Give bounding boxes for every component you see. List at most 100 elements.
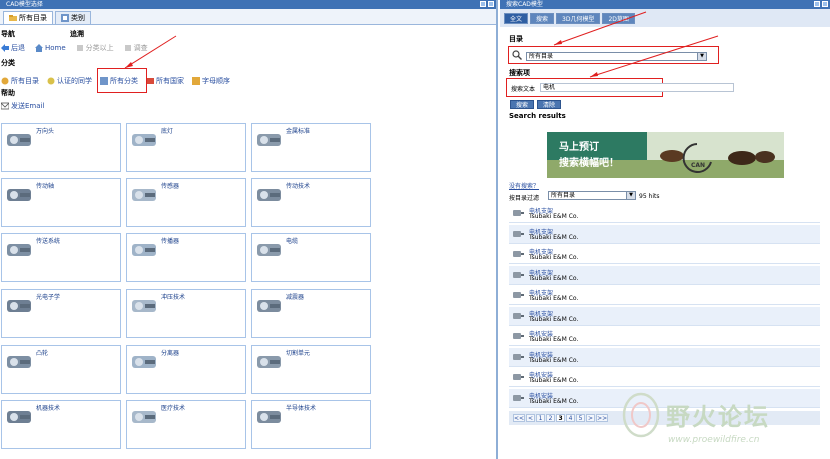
- back-link-label: 后退: [11, 44, 25, 52]
- filter-select[interactable]: 所有目录 ▼: [548, 191, 636, 200]
- tab-search[interactable]: 搜索: [530, 12, 555, 24]
- home-link[interactable]: Home: [35, 44, 66, 52]
- banner-brand: CAN: [691, 162, 706, 169]
- category-tile[interactable]: 传感器: [126, 178, 246, 227]
- result-row[interactable]: 电机支架 Tsubaki E&M Co.: [509, 286, 820, 305]
- banner-line2: 搜索横幅吧！: [559, 158, 619, 169]
- banner-line1: 马上预订: [559, 142, 599, 153]
- result-row[interactable]: 电机安装 Tsubaki E&M Co.: [509, 327, 820, 346]
- drive-shaft-icon: [7, 189, 31, 201]
- up-level-link-label: 分类以上: [85, 44, 114, 52]
- tab-2d-sketch[interactable]: 2D草图: [602, 12, 635, 24]
- category-tile[interactable]: 医疗技术: [126, 400, 246, 449]
- result-company: Tsubaki E&M Co.: [529, 295, 579, 302]
- category-tile[interactable]: 机器技术: [1, 400, 121, 449]
- reset-button[interactable]: 清除: [537, 100, 562, 109]
- country-icon: [146, 78, 154, 84]
- category-tile-label: 金属标准: [286, 128, 311, 135]
- up-level-link[interactable]: 分类以上: [76, 43, 114, 53]
- result-row[interactable]: 电机安装 Tsubaki E&M Co.: [509, 347, 820, 367]
- damper-icon: [257, 300, 281, 312]
- category-tile[interactable]: 万向头: [1, 123, 121, 172]
- category-tile[interactable]: 传播器: [126, 233, 246, 282]
- category-tile[interactable]: 底灯: [126, 123, 246, 172]
- category-section: 分类 所有目录 认证的同学 所有分类 所有国家 字母顺序: [1, 59, 301, 87]
- nav-section: 导航 追溯 后退 Home 分类以上 调查: [1, 30, 201, 54]
- survey-link-label: 调查: [133, 44, 148, 52]
- certified-link[interactable]: 认证的同学: [47, 76, 92, 86]
- category-tile[interactable]: 切割单元: [251, 345, 371, 394]
- search-button[interactable]: 搜索: [510, 100, 535, 109]
- maximize-icon[interactable]: [488, 1, 494, 7]
- category-tile[interactable]: 传动技术: [251, 178, 371, 227]
- tab-3d-model[interactable]: 3D几何模型: [556, 12, 601, 24]
- result-company: Tsubaki E&M Co.: [529, 356, 579, 364]
- pagination-item[interactable]: <: [526, 414, 536, 422]
- category-tile[interactable]: 冲压技术: [126, 289, 246, 338]
- chevron-down-icon[interactable]: ▼: [697, 53, 706, 60]
- result-row[interactable]: 电机安装 Tsubaki E&M Co.: [509, 368, 820, 387]
- search-tips-link[interactable]: 没有搜索？: [509, 181, 539, 190]
- pagination-item[interactable]: >: [586, 414, 596, 422]
- result-row[interactable]: 电机支架 Tsubaki E&M Co.: [509, 204, 820, 223]
- category-tile[interactable]: 减震器: [251, 289, 371, 338]
- pagination-item[interactable]: 4: [566, 414, 576, 422]
- category-tile-label: 切割单元: [286, 350, 311, 357]
- category-tile[interactable]: 传动轴: [1, 178, 121, 227]
- chevron-down-icon[interactable]: ▼: [626, 192, 635, 199]
- search-buttons: 搜索 清除: [510, 100, 562, 109]
- folder-icon: [9, 15, 17, 21]
- annotation-box-categories: [97, 68, 147, 93]
- tab-all-catalogs[interactable]: 所有目录: [3, 11, 53, 24]
- minimize-icon[interactable]: [480, 1, 486, 7]
- result-row[interactable]: 电机支架 Tsubaki E&M Co.: [509, 224, 820, 244]
- search-text-input[interactable]: 电机: [540, 83, 734, 92]
- motor-part-icon: [513, 230, 524, 237]
- minimize-icon[interactable]: [814, 1, 820, 7]
- pagination-item[interactable]: 3: [556, 414, 566, 422]
- cad-model-selection-pane: CAD模型选择 所有目录 类别 导航 追溯 后退 Home 分类以上 调查 分类…: [0, 0, 498, 459]
- pagination-item[interactable]: >>: [596, 414, 609, 422]
- category-tile[interactable]: 金属标准: [251, 123, 371, 172]
- all-catalogs-link[interactable]: 所有目录: [1, 76, 39, 86]
- category-tile-label: 半导体技术: [286, 405, 317, 412]
- category-tile-label: 分离器: [161, 350, 180, 357]
- tab-fulltext[interactable]: 全文: [504, 12, 529, 24]
- result-company: Tsubaki E&M Co.: [529, 377, 579, 384]
- result-company: Tsubaki E&M Co.: [529, 274, 579, 282]
- category-tile[interactable]: 分离器: [126, 345, 246, 394]
- category-tile[interactable]: 光电子学: [1, 289, 121, 338]
- result-company: Tsubaki E&M Co.: [529, 233, 579, 241]
- result-row[interactable]: 电机支架 Tsubaki E&M Co.: [509, 245, 820, 264]
- alphabetical-link[interactable]: 字母顺序: [192, 76, 230, 86]
- pagination-item[interactable]: 1: [536, 414, 546, 422]
- category-tile[interactable]: 电缆: [251, 233, 371, 282]
- back-link[interactable]: 后退: [1, 43, 25, 53]
- category-tile-label: 减震器: [286, 294, 305, 301]
- maximize-icon[interactable]: [822, 1, 828, 7]
- survey-link[interactable]: 调查: [124, 43, 148, 53]
- cam-icon: [7, 356, 31, 368]
- sensor-icon: [132, 189, 156, 201]
- all-countries-link-label: 所有国家: [156, 77, 184, 85]
- category-tile-label: 光电子学: [36, 294, 61, 301]
- all-countries-link[interactable]: 所有国家: [146, 76, 184, 86]
- separator-icon: [132, 356, 156, 368]
- category-tile-label: 机器技术: [36, 405, 61, 412]
- catalog-select[interactable]: 所有目录 ▼: [526, 52, 707, 61]
- send-email-link[interactable]: 发送Email: [1, 101, 44, 111]
- pagination-item[interactable]: 5: [576, 414, 586, 422]
- category-tile[interactable]: 凸轮: [1, 345, 121, 394]
- tab-category[interactable]: 类别: [55, 11, 91, 24]
- result-row[interactable]: 电机支架 Tsubaki E&M Co.: [509, 306, 820, 326]
- result-row[interactable]: 电机支架 Tsubaki E&M Co.: [509, 265, 820, 285]
- left-pane-title: CAD模型选择: [6, 1, 43, 8]
- result-company: Tsubaki E&M Co.: [529, 254, 579, 261]
- category-tile[interactable]: 传送系统: [1, 233, 121, 282]
- category-tile[interactable]: 半导体技术: [251, 400, 371, 449]
- catalog-select-value: 所有目录: [529, 53, 554, 60]
- lamp-icon: [132, 134, 156, 146]
- pagination-item[interactable]: 2: [546, 414, 556, 422]
- pagination-item[interactable]: <<: [513, 414, 526, 422]
- advertisement-banner[interactable]: 马上预订 搜索横幅吧！ CAN: [547, 132, 784, 178]
